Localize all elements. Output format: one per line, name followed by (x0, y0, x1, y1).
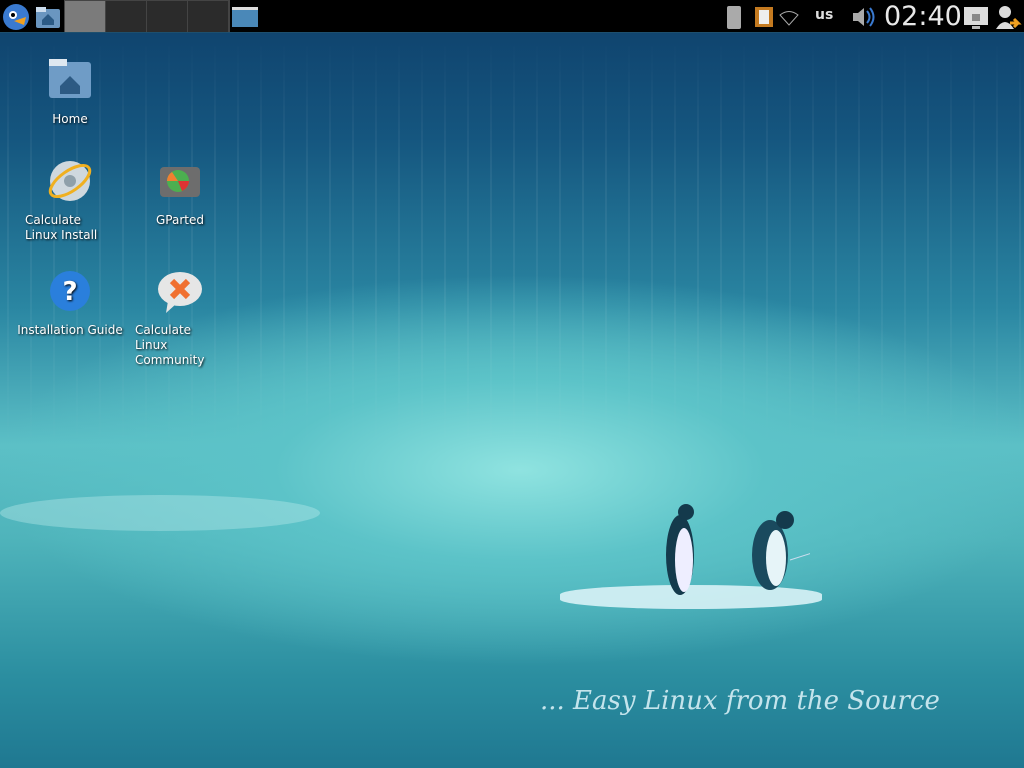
desktop-icon-installation-guide[interactable]: ? Installation Guide (15, 267, 125, 338)
wallpaper-haze (0, 495, 320, 531)
wallpaper-streaks (0, 34, 1024, 454)
desktop-3[interactable] (147, 1, 188, 32)
lock-screen-icon[interactable] (962, 3, 990, 31)
desktop-4[interactable] (188, 1, 229, 32)
desktop-1[interactable] (65, 1, 106, 32)
folder-home-icon (49, 59, 91, 98)
install-disc-icon (48, 161, 92, 201)
penguins-image (666, 504, 810, 595)
desktop-icon-gparted[interactable]: GParted (125, 157, 235, 228)
icon-label: Calculate Linux Community (135, 323, 205, 367)
trash-icon[interactable] (724, 3, 744, 31)
network-icon[interactable] (778, 3, 800, 31)
help-icon: ? (50, 271, 90, 311)
icon-label: Home (52, 112, 88, 126)
desktop-pager (64, 0, 230, 32)
desktop-icon-community[interactable]: Calculate Linux Community (125, 267, 235, 368)
application-launcher-icon[interactable] (2, 3, 30, 31)
home-folder-icon[interactable] (34, 3, 62, 31)
volume-icon[interactable] (850, 3, 878, 31)
logout-icon[interactable] (994, 3, 1022, 31)
icon-label: GParted (156, 213, 204, 227)
clipboard-icon[interactable] (754, 3, 774, 31)
desktop-icon-calculate-install[interactable]: Calculate Linux Install (15, 157, 125, 243)
icon-label: Installation Guide (17, 323, 123, 337)
icon-label: Calculate Linux Install (25, 213, 98, 242)
wallpaper-slogan: ... Easy Linux from the Source (540, 686, 940, 716)
desktop-icon-home[interactable]: Home (15, 56, 125, 127)
desktop-2[interactable] (106, 1, 147, 32)
chat-bubble-icon (158, 272, 202, 313)
gparted-disk-icon (160, 167, 200, 197)
keyboard-layout[interactable]: us (815, 7, 833, 23)
clock[interactable]: 02:40 (884, 0, 962, 33)
top-panel: us 02:40 (0, 0, 1024, 33)
svg-text:?: ? (62, 277, 77, 307)
show-desktop-icon[interactable] (231, 3, 259, 31)
